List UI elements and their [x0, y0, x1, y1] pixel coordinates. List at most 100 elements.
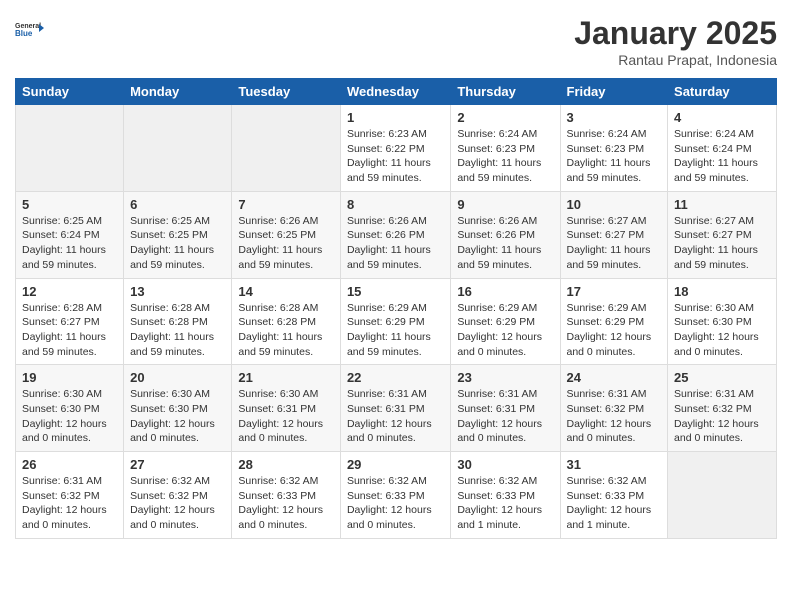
day-number: 7	[238, 197, 334, 212]
table-row: 18Sunrise: 6:30 AMSunset: 6:30 PMDayligh…	[668, 278, 777, 365]
table-row: 20 Sunrise: 6:30 AMSunset: 6:30 PMDayligh…	[124, 365, 232, 452]
day-info: Sunrise: 6:29 AMSunset: 6:29 PMDaylight:…	[347, 301, 444, 360]
day-info: Sunrise: 6:29 AMSunset: 6:29 PMDaylight:…	[457, 301, 553, 360]
table-row: 5 Sunrise: 6:25 AMSunset: 6:24 PMDaylight…	[16, 191, 124, 278]
table-row	[232, 105, 341, 192]
day-info: Sunrise: 6:26 AMSunset: 6:26 PMDaylight:…	[347, 214, 444, 273]
day-info: Sunrise: 6:30 AMSunset: 6:30 PMDaylight:…	[22, 387, 117, 446]
day-number: 30	[457, 457, 553, 472]
table-row: 17 Sunrise: 6:29 AMSunset: 6:29 PMDayligh…	[560, 278, 668, 365]
table-row: 13 Sunrise: 6:28 AMSunset: 6:28 PMDayligh…	[124, 278, 232, 365]
table-row: 15Sunrise: 6:29 AMSunset: 6:29 PMDayligh…	[340, 278, 450, 365]
day-info: Sunrise: 6:31 AMSunset: 6:32 PMDaylight:…	[567, 387, 662, 446]
day-number: 3	[567, 110, 662, 125]
calendar: Sunday Monday Tuesday Wednesday Thursday…	[15, 78, 777, 539]
calendar-week-3: 19 Sunrise: 6:30 AMSunset: 6:30 PMDayligh…	[16, 365, 777, 452]
table-row: 25Sunrise: 6:31 AMSunset: 6:32 PMDayligh…	[668, 365, 777, 452]
table-row: 29 Sunrise: 6:32 AMSunset: 6:33 PMDayligh…	[340, 452, 450, 539]
table-row: 27Sunrise: 6:32 AMSunset: 6:32 PMDayligh…	[124, 452, 232, 539]
day-info: Sunrise: 6:26 AMSunset: 6:25 PMDaylight:…	[238, 214, 334, 273]
day-number: 20	[130, 370, 225, 385]
month-title: January 2025	[574, 15, 777, 52]
table-row: 12 Sunrise: 6:28 AMSunset: 6:27 PMDayligh…	[16, 278, 124, 365]
day-number: 25	[674, 370, 770, 385]
day-info: Sunrise: 6:31 AMSunset: 6:31 PMDaylight:…	[457, 387, 553, 446]
calendar-week-4: 26 Sunrise: 6:31 AMSunset: 6:32 PMDayligh…	[16, 452, 777, 539]
day-number: 4	[674, 110, 770, 125]
day-number: 9	[457, 197, 553, 212]
day-info: Sunrise: 6:24 AMSunset: 6:24 PMDaylight:…	[674, 127, 770, 186]
day-number: 10	[567, 197, 662, 212]
table-row: 23 Sunrise: 6:31 AMSunset: 6:31 PMDayligh…	[451, 365, 560, 452]
day-number: 21	[238, 370, 334, 385]
table-row	[668, 452, 777, 539]
weekday-header-row: Sunday Monday Tuesday Wednesday Thursday…	[16, 79, 777, 105]
header-saturday: Saturday	[668, 79, 777, 105]
logo: GeneralBlue	[15, 15, 45, 45]
table-row	[124, 105, 232, 192]
day-info: Sunrise: 6:31 AMSunset: 6:31 PMDaylight:…	[347, 387, 444, 446]
day-info: Sunrise: 6:28 AMSunset: 6:28 PMDaylight:…	[130, 301, 225, 360]
calendar-week-0: 1Sunrise: 6:23 AMSunset: 6:22 PMDaylight…	[16, 105, 777, 192]
day-number: 2	[457, 110, 553, 125]
logo-icon: GeneralBlue	[15, 15, 45, 45]
day-number: 11	[674, 197, 770, 212]
table-row: 3 Sunrise: 6:24 AMSunset: 6:23 PMDaylight…	[560, 105, 668, 192]
table-row: 8 Sunrise: 6:26 AMSunset: 6:26 PMDaylight…	[340, 191, 450, 278]
table-row: 30Sunrise: 6:32 AMSunset: 6:33 PMDayligh…	[451, 452, 560, 539]
day-number: 1	[347, 110, 444, 125]
day-number: 17	[567, 284, 662, 299]
day-number: 19	[22, 370, 117, 385]
location: Rantau Prapat, Indonesia	[574, 52, 777, 68]
calendar-week-1: 5 Sunrise: 6:25 AMSunset: 6:24 PMDaylight…	[16, 191, 777, 278]
header-friday: Friday	[560, 79, 668, 105]
day-number: 6	[130, 197, 225, 212]
day-number: 26	[22, 457, 117, 472]
title-block: January 2025 Rantau Prapat, Indonesia	[574, 15, 777, 68]
day-info: Sunrise: 6:32 AMSunset: 6:33 PMDaylight:…	[238, 474, 334, 533]
day-info: Sunrise: 6:29 AMSunset: 6:29 PMDaylight:…	[567, 301, 662, 360]
table-row: 9 Sunrise: 6:26 AMSunset: 6:26 PMDaylight…	[451, 191, 560, 278]
day-number: 13	[130, 284, 225, 299]
day-number: 18	[674, 284, 770, 299]
day-number: 24	[567, 370, 662, 385]
day-number: 16	[457, 284, 553, 299]
header-wednesday: Wednesday	[340, 79, 450, 105]
table-row: 14Sunrise: 6:28 AMSunset: 6:28 PMDayligh…	[232, 278, 341, 365]
table-row: 21Sunrise: 6:30 AMSunset: 6:31 PMDayligh…	[232, 365, 341, 452]
day-number: 22	[347, 370, 444, 385]
table-row: 31 Sunrise: 6:32 AMSunset: 6:33 PMDayligh…	[560, 452, 668, 539]
table-row: 4 Sunrise: 6:24 AMSunset: 6:24 PMDaylight…	[668, 105, 777, 192]
day-info: Sunrise: 6:24 AMSunset: 6:23 PMDaylight:…	[567, 127, 662, 186]
table-row: 22 Sunrise: 6:31 AMSunset: 6:31 PMDayligh…	[340, 365, 450, 452]
table-row: 26 Sunrise: 6:31 AMSunset: 6:32 PMDayligh…	[16, 452, 124, 539]
header-sunday: Sunday	[16, 79, 124, 105]
day-info: Sunrise: 6:30 AMSunset: 6:30 PMDaylight:…	[130, 387, 225, 446]
day-info: Sunrise: 6:32 AMSunset: 6:33 PMDaylight:…	[347, 474, 444, 533]
table-row: 19 Sunrise: 6:30 AMSunset: 6:30 PMDayligh…	[16, 365, 124, 452]
table-row: 24 Sunrise: 6:31 AMSunset: 6:32 PMDayligh…	[560, 365, 668, 452]
table-row: 11Sunrise: 6:27 AMSunset: 6:27 PMDayligh…	[668, 191, 777, 278]
page-header: GeneralBlue January 2025 Rantau Prapat, …	[15, 15, 777, 68]
day-number: 5	[22, 197, 117, 212]
day-number: 28	[238, 457, 334, 472]
header-monday: Monday	[124, 79, 232, 105]
table-row: 28 Sunrise: 6:32 AMSunset: 6:33 PMDayligh…	[232, 452, 341, 539]
day-number: 29	[347, 457, 444, 472]
table-row: 6 Sunrise: 6:25 AMSunset: 6:25 PMDaylight…	[124, 191, 232, 278]
day-info: Sunrise: 6:25 AMSunset: 6:25 PMDaylight:…	[130, 214, 225, 273]
day-info: Sunrise: 6:26 AMSunset: 6:26 PMDaylight:…	[457, 214, 553, 273]
table-row	[16, 105, 124, 192]
day-number: 27	[130, 457, 225, 472]
day-info: Sunrise: 6:31 AMSunset: 6:32 PMDaylight:…	[22, 474, 117, 533]
day-number: 8	[347, 197, 444, 212]
day-number: 31	[567, 457, 662, 472]
day-number: 23	[457, 370, 553, 385]
table-row: 10 Sunrise: 6:27 AMSunset: 6:27 PMDayligh…	[560, 191, 668, 278]
day-info: Sunrise: 6:28 AMSunset: 6:27 PMDaylight:…	[22, 301, 117, 360]
day-info: Sunrise: 6:25 AMSunset: 6:24 PMDaylight:…	[22, 214, 117, 273]
table-row: 7 Sunrise: 6:26 AMSunset: 6:25 PMDaylight…	[232, 191, 341, 278]
day-info: Sunrise: 6:27 AMSunset: 6:27 PMDaylight:…	[567, 214, 662, 273]
day-number: 12	[22, 284, 117, 299]
day-info: Sunrise: 6:32 AMSunset: 6:33 PMDaylight:…	[567, 474, 662, 533]
